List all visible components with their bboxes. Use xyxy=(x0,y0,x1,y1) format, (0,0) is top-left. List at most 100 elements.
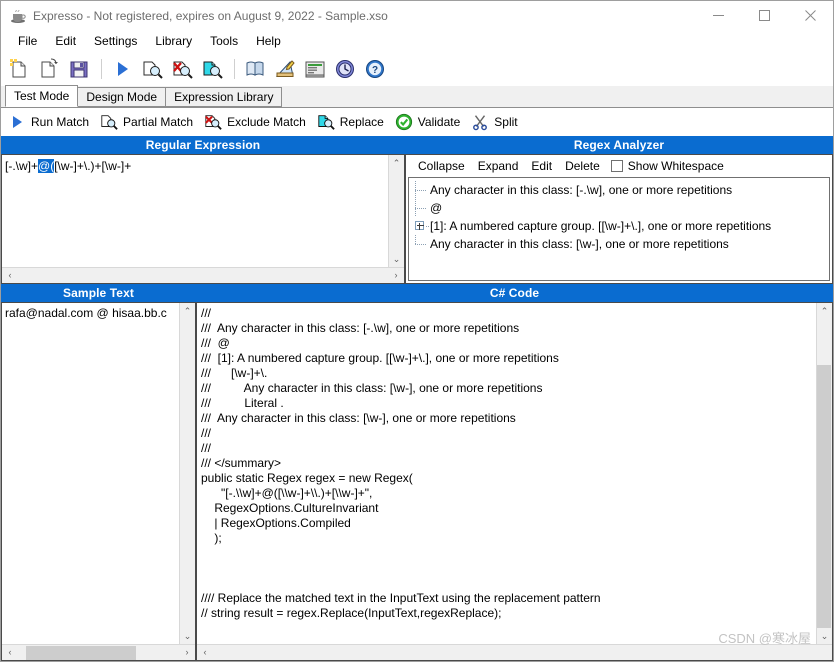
tab-expression-library[interactable]: Expression Library xyxy=(165,87,283,107)
sample-vertical-scrollbar[interactable]: ⌃ ⌄ xyxy=(179,303,195,644)
action-label: Split xyxy=(494,115,518,129)
exclude-match-button[interactable] xyxy=(168,55,196,83)
tree-expander-plus-icon[interactable] xyxy=(415,217,429,235)
open-document-icon xyxy=(41,58,58,78)
edit-button[interactable]: Edit xyxy=(525,158,559,174)
show-whitespace-label: Show Whitespace xyxy=(627,158,724,173)
scroll-down-icon[interactable]: ⌄ xyxy=(180,628,196,644)
menu-file[interactable]: File xyxy=(9,30,46,52)
tree-connector-icon xyxy=(415,235,428,253)
top-row: Regular Expression [-.\w]+@([\w-]+\.)+[\… xyxy=(1,136,833,284)
menu-library[interactable]: Library xyxy=(146,30,201,52)
expresso-window: Expresso - Not registered, expires on Au… xyxy=(0,0,834,662)
window-controls xyxy=(695,1,833,30)
new-document-icon xyxy=(10,59,26,78)
sample-text-title: Sample Text xyxy=(1,284,196,302)
sample-text-body: rafa@nadal.com @ hisaa.bb.c ⌃ ⌄ ‹ › xyxy=(1,302,196,661)
tree-node[interactable]: Any character in this class: [\w-], one … xyxy=(409,235,829,253)
sample-text-panel: Sample Text rafa@nadal.com @ hisaa.bb.c … xyxy=(1,284,196,661)
menu-help[interactable]: Help xyxy=(247,30,290,52)
action-label: Exclude Match xyxy=(227,115,306,129)
tree-node[interactable]: [1]: A numbered capture group. [[\w-]+\.… xyxy=(409,217,829,235)
action-validate[interactable]: Validate xyxy=(394,110,460,134)
sample-text-input[interactable]: rafa@nadal.com @ hisaa.bb.c xyxy=(2,303,179,644)
show-whitespace-checkbox[interactable]: Show Whitespace xyxy=(610,158,724,173)
replace-button[interactable] xyxy=(198,55,226,83)
tree-connector-icon xyxy=(415,199,428,217)
tab-test-mode[interactable]: Test Mode xyxy=(5,85,79,107)
expand-button[interactable]: Expand xyxy=(472,158,526,174)
regex-vertical-scrollbar[interactable]: ⌃ ⌄ xyxy=(388,155,404,267)
code-horizontal-scrollbar[interactable]: ‹ xyxy=(197,644,832,660)
scroll-left-icon[interactable]: ‹ xyxy=(2,268,18,284)
scroll-track[interactable] xyxy=(389,171,405,251)
delete-button[interactable]: Delete xyxy=(559,158,607,174)
action-label: Partial Match xyxy=(123,115,194,129)
maximize-button[interactable] xyxy=(741,1,787,30)
scroll-left-icon[interactable]: ‹ xyxy=(2,645,18,661)
action-split[interactable]: Split xyxy=(470,110,518,134)
scroll-down-icon[interactable]: ⌄ xyxy=(817,628,833,644)
help-button[interactable]: ? xyxy=(361,55,389,83)
regular-expression-panel: Regular Expression [-.\w]+@([\w-]+\.)+[\… xyxy=(1,136,405,284)
partial-match-icon xyxy=(143,61,163,79)
action-label: Run Match xyxy=(31,115,90,129)
window-title: Expresso - Not registered, expires on Au… xyxy=(33,8,388,23)
action-run-match[interactable]: Run Match xyxy=(7,110,89,134)
action-replace[interactable]: Replace xyxy=(316,110,384,134)
tree-node[interactable]: @ xyxy=(409,199,829,217)
scroll-up-icon[interactable]: ⌃ xyxy=(817,303,833,319)
action-bar: Run Match Partial Match Exclude Match Re… xyxy=(1,108,833,136)
scroll-track[interactable] xyxy=(180,319,196,628)
collapse-button[interactable]: Collapse xyxy=(412,158,472,174)
open-document-button[interactable] xyxy=(35,55,63,83)
scroll-left-icon[interactable]: ‹ xyxy=(197,645,213,661)
history-button[interactable] xyxy=(331,55,359,83)
csharp-code-text[interactable]: /// /// Any character in this class: [-.… xyxy=(197,303,816,644)
svg-text:?: ? xyxy=(372,65,378,76)
regex-horizontal-scrollbar[interactable]: ‹ › xyxy=(2,267,404,283)
scissors-icon xyxy=(470,112,490,132)
run-match-icon xyxy=(118,62,128,76)
scroll-right-icon[interactable]: › xyxy=(388,268,404,284)
tree-node[interactable]: Any character in this class: [-.\w], one… xyxy=(409,181,829,199)
run-match-button[interactable] xyxy=(108,55,136,83)
design-button[interactable] xyxy=(271,55,299,83)
tree-node-label: Any character in this class: [\w-], one … xyxy=(430,237,729,251)
help-icon: ? xyxy=(366,60,384,78)
scroll-thumb[interactable] xyxy=(26,645,136,660)
new-document-button[interactable] xyxy=(5,55,33,83)
scroll-up-icon[interactable]: ⌃ xyxy=(389,155,405,171)
scroll-right-icon[interactable]: › xyxy=(179,645,195,661)
tab-design-mode[interactable]: Design Mode xyxy=(77,87,167,107)
scroll-down-icon[interactable]: ⌄ xyxy=(389,251,405,267)
regex-input[interactable]: [-.\w]+@([\w-]+\.)+[\w-]+ xyxy=(2,155,388,267)
sample-horizontal-scrollbar[interactable]: ‹ › xyxy=(2,644,195,660)
replace-icon xyxy=(203,61,223,79)
close-button[interactable] xyxy=(787,1,833,30)
save-button[interactable] xyxy=(65,55,93,83)
regex-after: [\w-]+\.)+[\w-]+ xyxy=(54,159,132,173)
scroll-track[interactable] xyxy=(816,319,833,628)
scroll-up-icon[interactable]: ⌃ xyxy=(180,303,196,319)
menu-edit[interactable]: Edit xyxy=(46,30,85,52)
report-button[interactable] xyxy=(301,55,329,83)
code-vertical-scrollbar[interactable]: ⌃ ⌄ xyxy=(816,303,832,644)
menu-settings[interactable]: Settings xyxy=(85,30,146,52)
close-icon xyxy=(804,10,816,21)
main-toolbar: ? xyxy=(1,52,833,86)
menu-tools[interactable]: Tools xyxy=(201,30,247,52)
scroll-track[interactable] xyxy=(18,268,388,284)
scroll-track[interactable] xyxy=(213,645,832,661)
library-button[interactable] xyxy=(241,55,269,83)
partial-match-button[interactable] xyxy=(138,55,166,83)
analyzer-tree[interactable]: Any character in this class: [-.\w], one… xyxy=(408,177,830,281)
mode-tabs: Test Mode Design Mode Expression Library xyxy=(1,85,833,108)
scroll-track[interactable] xyxy=(18,645,179,661)
code-lines: /// /// Any character in this class: [-.… xyxy=(201,306,601,620)
scroll-thumb[interactable] xyxy=(816,365,831,628)
minimize-button[interactable] xyxy=(695,1,741,30)
action-partial-match[interactable]: Partial Match xyxy=(99,110,193,134)
library-icon xyxy=(246,61,264,76)
action-exclude-match[interactable]: Exclude Match xyxy=(203,110,306,134)
